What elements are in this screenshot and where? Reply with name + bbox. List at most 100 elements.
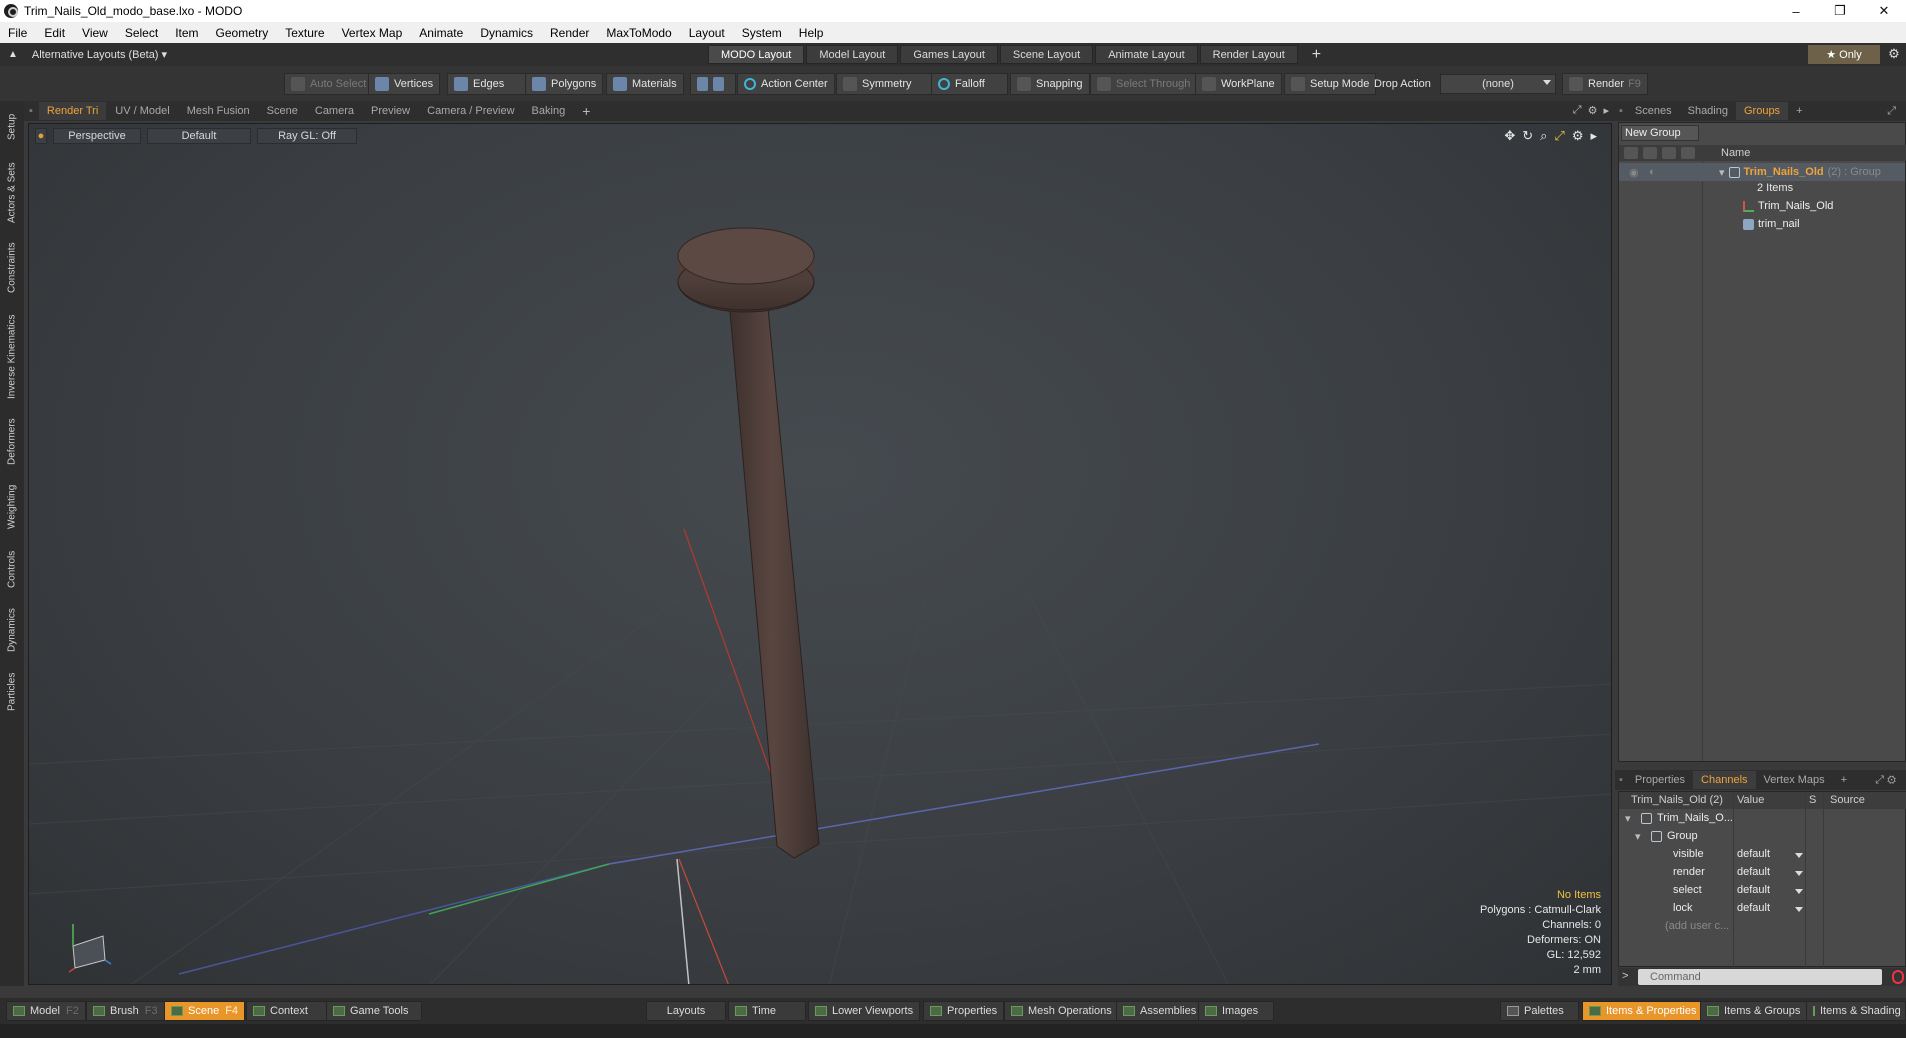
render-icon[interactable]: ◐ — [1649, 166, 1656, 178]
3d-viewport[interactable]: ● Perspective Default Ray GL: Off ✥ ↻ ⌕ … — [28, 123, 1612, 985]
panel-menu-icon[interactable]: ▪ — [1615, 771, 1627, 789]
expand-triangle-icon[interactable]: ▾ — [1625, 812, 1631, 825]
zoom-icon[interactable]: ⌕ — [1540, 128, 1547, 144]
lock-toggle-icon[interactable] — [1662, 147, 1676, 159]
close-button[interactable]: ✕ — [1862, 0, 1906, 22]
game-tools-button[interactable]: Game Tools — [326, 1001, 422, 1021]
tab-animate-layout[interactable]: Animate Layout — [1095, 45, 1198, 64]
menu-edit[interactable]: Edit — [44, 26, 65, 40]
render-toggle-icon[interactable] — [1643, 147, 1657, 159]
menu-view[interactable]: View — [82, 26, 108, 40]
menu-file[interactable]: File — [8, 26, 27, 40]
perspective-dropdown[interactable]: Perspective — [53, 128, 141, 144]
gear-icon[interactable]: ⚙ — [1886, 46, 1902, 62]
channel-row-render[interactable]: render default — [1619, 864, 1906, 882]
drop-action-dropdown[interactable]: (none) — [1440, 74, 1556, 94]
vtab-weighting[interactable]: Weighting — [3, 477, 21, 537]
command-input[interactable]: Command — [1638, 969, 1882, 985]
maximize-icon[interactable]: ⤢ — [1573, 104, 1582, 117]
minimize-button[interactable]: – — [1774, 0, 1818, 22]
channel-value-dropdown[interactable]: default — [1737, 902, 1770, 914]
group-child-trim-nail[interactable]: trim_nail — [1743, 215, 1800, 233]
tab-scene[interactable]: Scene — [259, 102, 306, 120]
items-shading-button[interactable]: Items & Shading — [1806, 1001, 1906, 1021]
new-group-button[interactable]: New Group — [1621, 125, 1699, 141]
workplane-button[interactable]: WorkPlane — [1195, 73, 1282, 95]
menu-layout[interactable]: Layout — [689, 26, 725, 40]
symmetry-button[interactable]: Symmetry — [836, 73, 935, 95]
render-button[interactable]: Render F9 — [1562, 73, 1648, 95]
tab-games-layout[interactable]: Games Layout — [900, 45, 998, 64]
tab-scene-layout[interactable]: Scene Layout — [999, 45, 1094, 64]
tab-scenes[interactable]: Scenes — [1627, 102, 1680, 120]
menu-dynamics[interactable]: Dynamics — [480, 26, 533, 40]
channel-value-dropdown[interactable]: default — [1737, 884, 1770, 896]
expand-triangle-icon[interactable]: ▾ — [1719, 166, 1725, 179]
vtab-constraints[interactable]: Constraints — [3, 235, 21, 301]
vtab-dynamics[interactable]: Dynamics — [3, 601, 21, 659]
images-button[interactable]: Images — [1198, 1001, 1274, 1021]
action-center-button[interactable]: Action Center — [737, 73, 835, 95]
collapse-arrow-icon[interactable]: ▲ — [8, 49, 18, 60]
edges-button[interactable]: Edges — [447, 73, 532, 95]
tab-vertex-maps[interactable]: Vertex Maps — [1756, 771, 1833, 789]
tab-shading[interactable]: Shading — [1680, 102, 1736, 120]
eye-icon[interactable]: ◉ — [1629, 166, 1639, 179]
tab-channels[interactable]: Channels — [1693, 771, 1756, 789]
brush-button[interactable]: Brush F3 — [86, 1001, 165, 1021]
tab-mesh-fusion[interactable]: Mesh Fusion — [179, 102, 258, 120]
scene-button[interactable]: Scene F4 — [164, 1001, 246, 1021]
menu-maxtomodo[interactable]: MaxToModo — [606, 26, 671, 40]
mesh-operations-button[interactable]: Mesh Operations — [1004, 1001, 1119, 1021]
context-button[interactable]: Context — [246, 1001, 329, 1021]
palettes-button[interactable]: Palettes — [1500, 1001, 1579, 1021]
menu-render[interactable]: Render — [550, 26, 589, 40]
channel-value-dropdown[interactable]: default — [1737, 866, 1770, 878]
command-history-arrow[interactable]: > — [1622, 970, 1628, 982]
tab-baking[interactable]: Baking — [524, 102, 574, 120]
channel-row-select[interactable]: select default — [1619, 882, 1906, 900]
time-button[interactable]: Time — [728, 1001, 806, 1021]
items-groups-button[interactable]: Items & Groups — [1700, 1001, 1808, 1021]
setup-mode-button[interactable]: Setup Mode — [1284, 73, 1377, 95]
maximize-icon[interactable]: ⤢ — [1879, 102, 1904, 120]
menu-geometry[interactable]: Geometry — [216, 26, 269, 40]
select-through-button[interactable]: Select Through — [1090, 73, 1198, 95]
vtab-particles[interactable]: Particles — [3, 665, 21, 719]
add-user-channel-row[interactable]: (add user c... — [1619, 918, 1906, 936]
viewport-menu-dot-icon[interactable]: ● — [35, 128, 47, 144]
tab-uv-model[interactable]: UV / Model — [107, 102, 177, 120]
pan-icon[interactable]: ✥ — [1504, 128, 1515, 144]
menu-help[interactable]: Help — [799, 26, 824, 40]
items-properties-button[interactable]: Items & Properties — [1582, 1001, 1704, 1021]
stop-icon[interactable] — [1892, 970, 1904, 984]
shading-dropdown[interactable]: Default — [147, 128, 251, 144]
vtab-controls[interactable]: Controls — [3, 543, 21, 595]
tab-preview[interactable]: Preview — [363, 102, 418, 120]
panel-menu-icon[interactable]: ▪ — [1615, 102, 1627, 120]
tab-render-layout[interactable]: Render Layout — [1199, 45, 1298, 64]
tab-properties[interactable]: Properties — [1627, 771, 1693, 789]
menu-texture[interactable]: Texture — [285, 26, 324, 40]
menu-item[interactable]: Item — [175, 26, 198, 40]
channel-group-row[interactable]: ▾ Group — [1619, 828, 1906, 846]
vtab-actors-sets[interactable]: Actors & Sets — [3, 157, 21, 229]
menu-system[interactable]: System — [742, 26, 782, 40]
group-child-trim-nails-old[interactable]: Trim_Nails_Old — [1743, 197, 1833, 215]
restore-button[interactable]: ❐ — [1818, 0, 1862, 22]
expand-arrow-icon[interactable]: ▸ — [1603, 104, 1609, 117]
menu-animate[interactable]: Animate — [419, 26, 463, 40]
select-toggle-icon[interactable] — [1681, 147, 1695, 159]
lower-viewports-button[interactable]: Lower Viewports — [808, 1001, 921, 1021]
menu-select[interactable]: Select — [125, 26, 158, 40]
materials-button[interactable]: Materials — [606, 73, 684, 95]
maximize-icon[interactable]: ⤢ ⚙ — [1867, 771, 1904, 789]
channel-value-dropdown[interactable]: default — [1737, 848, 1770, 860]
tab-render-tri[interactable]: Render Tri — [38, 102, 107, 120]
add-viewport-tab-button[interactable]: + — [574, 102, 598, 120]
alternative-layouts-dropdown[interactable]: ▲ Alternative Layouts (Beta) ▾ — [8, 48, 167, 61]
snapping-button[interactable]: Snapping — [1010, 73, 1090, 95]
tab-groups[interactable]: Groups — [1735, 102, 1789, 120]
auto-select-button[interactable]: Auto Select — [284, 73, 374, 95]
polygons-button[interactable]: Polygons — [525, 73, 604, 95]
